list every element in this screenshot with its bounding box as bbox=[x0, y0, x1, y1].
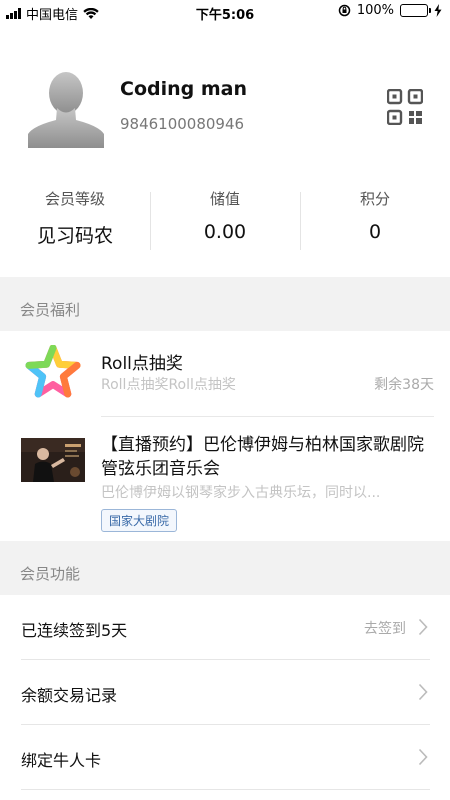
status-bar: 中国电信 下午5:06 100% bbox=[0, 0, 450, 24]
profile-name: Coding man bbox=[120, 78, 247, 100]
stat-label: 会员等级 bbox=[44, 190, 105, 208]
stat-label: 储值 bbox=[209, 190, 240, 208]
stat-label: 积分 bbox=[359, 190, 390, 208]
venue-tag: 国家大剧院 bbox=[101, 509, 178, 532]
stat-value: 0.00 bbox=[203, 221, 247, 243]
stat-value: 0 bbox=[368, 221, 382, 243]
stat-member-level[interactable]: 会员等级 见习码农 bbox=[0, 186, 150, 256]
section-title: 会员福利 bbox=[20, 301, 81, 319]
function-item-checkin[interactable]: 已连续签到5天 去签到 bbox=[0, 595, 450, 660]
benefit-subtitle: Roll点抽奖Roll点抽奖 bbox=[101, 377, 236, 393]
star-icon bbox=[25, 345, 81, 398]
concert-thumbnail bbox=[21, 438, 85, 482]
chevron-right-icon bbox=[418, 748, 428, 766]
function-item-balance-records[interactable]: 余额交易记录 bbox=[0, 660, 450, 725]
benefit-title: Roll点抽奖 bbox=[101, 354, 183, 374]
battery-percent: 100% bbox=[356, 3, 394, 18]
qr-code-icon[interactable] bbox=[387, 89, 423, 125]
divider bbox=[21, 789, 430, 790]
chevron-right-icon bbox=[418, 618, 428, 636]
function-label: 余额交易记录 bbox=[21, 686, 118, 705]
stat-points[interactable]: 积分 0 bbox=[300, 186, 450, 256]
charging-icon bbox=[434, 4, 442, 17]
member-stats: 会员等级 见习码农 储值 0.00 积分 0 bbox=[0, 186, 450, 256]
function-label: 已连续签到5天 bbox=[21, 621, 128, 640]
section-title: 会员功能 bbox=[20, 565, 81, 583]
profile-phone: 9846100080946 bbox=[120, 115, 245, 133]
section-header-benefits: 会员福利 bbox=[0, 277, 450, 331]
benefit-item-concert[interactable]: 【直播预约】巴伦博伊姆与柏林国家歌剧院管弦乐团音乐会 巴伦博伊姆以钢琴家步入古典… bbox=[0, 417, 450, 541]
benefit-remaining-days: 剩余38天 bbox=[374, 377, 434, 393]
function-label: 绑定牛人卡 bbox=[21, 751, 102, 770]
stat-value: 见习码农 bbox=[36, 225, 113, 247]
benefit-title: 【直播预约】巴伦博伊姆与柏林国家歌剧院管弦乐团音乐会 bbox=[101, 435, 424, 479]
stat-balance[interactable]: 储值 0.00 bbox=[150, 186, 300, 256]
rotation-lock-icon bbox=[338, 4, 351, 17]
status-right: 100% bbox=[338, 3, 442, 18]
battery-icon bbox=[400, 4, 431, 17]
profile-header[interactable]: Coding man 9846100080946 bbox=[0, 60, 450, 160]
benefit-item-roll-lottery[interactable]: Roll点抽奖 Roll点抽奖Roll点抽奖 剩余38天 bbox=[0, 331, 450, 417]
section-header-functions: 会员功能 bbox=[0, 541, 450, 595]
function-item-bind-card[interactable]: 绑定牛人卡 bbox=[0, 725, 450, 790]
chevron-right-icon bbox=[418, 683, 428, 701]
avatar-placeholder-icon[interactable] bbox=[28, 68, 104, 148]
checkin-link[interactable]: 去签到 bbox=[364, 618, 406, 638]
benefit-subtitle: 巴伦博伊姆以钢琴家步入古典乐坛，同时以... bbox=[101, 485, 381, 501]
